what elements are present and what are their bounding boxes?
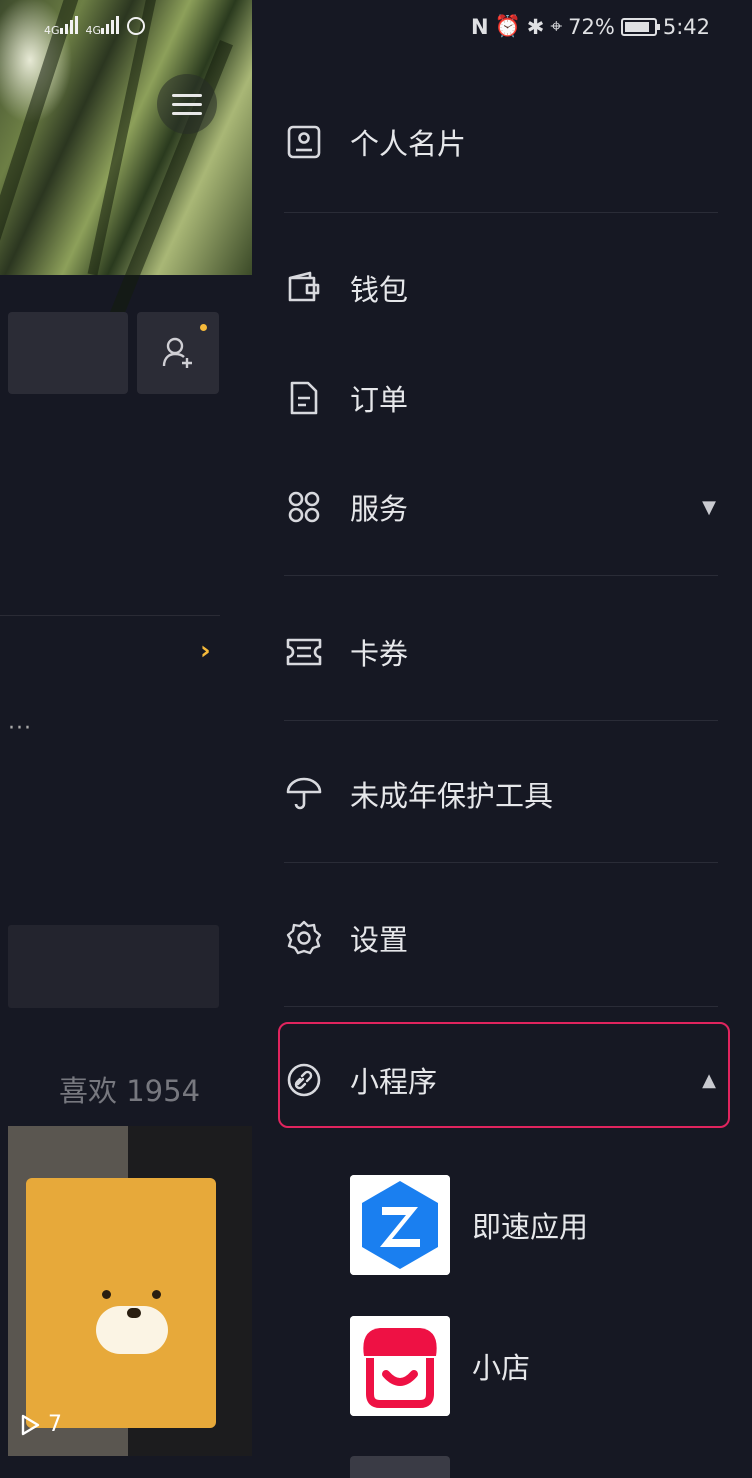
drawer-item-label: 未成年保护工具: [350, 779, 554, 813]
divider: [284, 575, 718, 576]
hd-icon: [127, 16, 146, 35]
battery-icon: [620, 17, 660, 36]
drawer-item-label: 个人名片: [350, 127, 467, 161]
wallet-icon: [278, 262, 330, 314]
alarm-icon: ⏰: [494, 14, 521, 38]
status-bar-left: 4G 4G: [44, 14, 146, 37]
signal-icon: 4G: [86, 14, 120, 37]
drawer-item-label: 钱包: [350, 273, 409, 307]
nfc-icon: N: [470, 14, 489, 39]
signal-icon: 4G: [44, 14, 78, 37]
battery-percent: 72%: [568, 14, 615, 39]
profile-cover-image: [0, 0, 252, 324]
drawer-item-minor-protection[interactable]: 未成年保护工具: [278, 759, 728, 829]
drawer-item-label: 设置: [350, 923, 409, 957]
drawer-item-orders[interactable]: 订单: [278, 363, 728, 433]
mini-program-item[interactable]: 即速应用: [350, 1175, 710, 1275]
drawer-item-coupons[interactable]: 卡券: [278, 617, 728, 687]
drawer-item-label: 服务: [350, 492, 409, 526]
shop-icon: [350, 1316, 450, 1416]
notification-dot: [200, 324, 207, 331]
mini-program-label: 即速应用: [472, 1210, 589, 1244]
chevron-right-icon[interactable]: ›: [200, 636, 211, 666]
add-user-icon: [162, 337, 192, 368]
drawer-item-services[interactable]: 服务 ▼: [278, 472, 728, 542]
more-icon: ···: [8, 716, 32, 741]
location-icon: ⌖: [550, 14, 563, 38]
bluetooth-icon: ✱: [526, 14, 545, 39]
umbrella-icon: [278, 768, 330, 820]
link-icon: [278, 1054, 330, 1106]
mini-program-label: 小店: [472, 1351, 531, 1385]
drawer-item-wallet[interactable]: 钱包: [278, 253, 728, 323]
drawer-item-business-card[interactable]: 个人名片: [278, 107, 728, 177]
likes-tab[interactable]: 喜欢 1954: [59, 1068, 200, 1110]
drawer-item-label: 小程序: [350, 1065, 438, 1099]
play-icon: [21, 1414, 40, 1435]
services-grid-icon: [278, 481, 330, 533]
drawer-item-label: 卡券: [350, 637, 409, 671]
play-count-value: 7: [48, 1412, 62, 1437]
status-bar-right: N ⏰ ✱ ⌖ 72% 5:42: [471, 14, 710, 39]
add-friend-button[interactable]: [137, 312, 219, 394]
chevron-up-icon[interactable]: ▲: [702, 1070, 716, 1091]
jisu-app-icon: [350, 1175, 450, 1275]
business-card-icon: [278, 116, 330, 168]
profile-card[interactable]: [8, 925, 219, 1008]
divider: [0, 615, 220, 616]
divider: [284, 1006, 718, 1007]
gear-icon: [278, 912, 330, 964]
side-drawer: N ⏰ ✱ ⌖ 72% 5:42 个人名片 钱包 订单 服务 ▼ 卡券 未成年保…: [252, 0, 752, 1478]
divider: [284, 212, 718, 213]
profile-page-background: 4G 4G › ··· 喜欢 1954 7: [0, 0, 252, 1478]
coupon-ticket-icon: [278, 626, 330, 678]
edit-profile-button[interactable]: [8, 312, 128, 394]
drawer-item-mini-programs[interactable]: 小程序 ▲: [278, 1045, 728, 1115]
divider: [284, 720, 718, 721]
video-thumbnail[interactable]: [8, 1126, 252, 1456]
drawer-item-settings[interactable]: 设置: [278, 903, 728, 973]
drawer-item-label: 订单: [350, 383, 409, 417]
mini-program-item[interactable]: [350, 1456, 450, 1478]
menu-hamburger-button[interactable]: [157, 74, 217, 134]
divider: [284, 862, 718, 863]
play-count: 7: [18, 1412, 62, 1437]
chevron-down-icon[interactable]: ▼: [702, 497, 716, 518]
clock: 5:42: [662, 14, 710, 39]
mini-program-item[interactable]: 小店: [350, 1316, 710, 1416]
order-document-icon: [278, 372, 330, 424]
